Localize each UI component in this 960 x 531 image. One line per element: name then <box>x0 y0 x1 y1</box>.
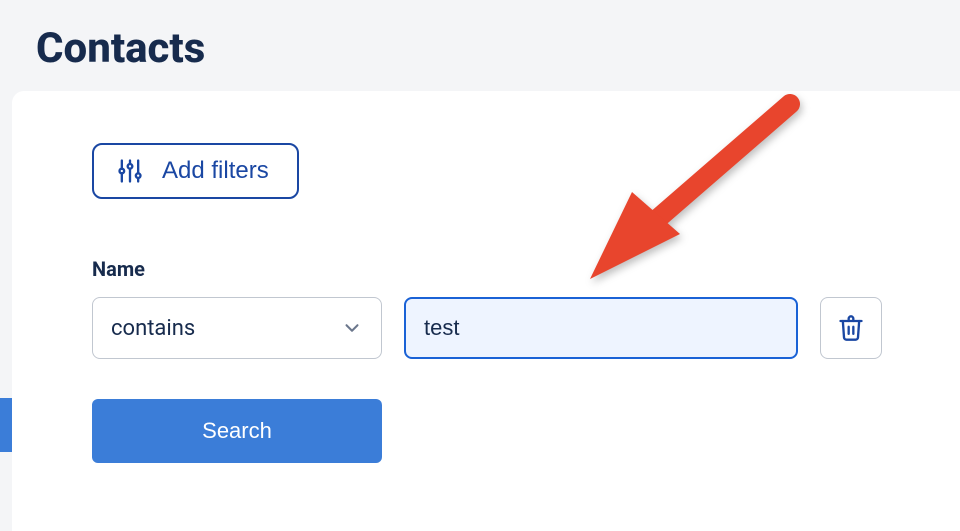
sliders-icon <box>116 157 144 185</box>
search-button[interactable]: Search <box>92 399 382 463</box>
filter-row: contains <box>92 297 924 359</box>
trash-icon <box>837 314 865 342</box>
sidebar-active-indicator <box>0 398 12 452</box>
chevron-down-icon <box>341 317 363 339</box>
filter-field-label: Name <box>92 257 924 281</box>
add-filters-button[interactable]: Add filters <box>92 143 299 199</box>
filter-card: Add filters Name contains <box>12 91 960 531</box>
operator-select[interactable]: contains <box>92 297 382 359</box>
page-title: Contacts <box>0 0 960 91</box>
delete-filter-button[interactable] <box>820 297 882 359</box>
operator-selected-value: contains <box>111 316 195 341</box>
add-filters-label: Add filters <box>162 157 269 185</box>
filter-value-input[interactable] <box>404 297 798 359</box>
